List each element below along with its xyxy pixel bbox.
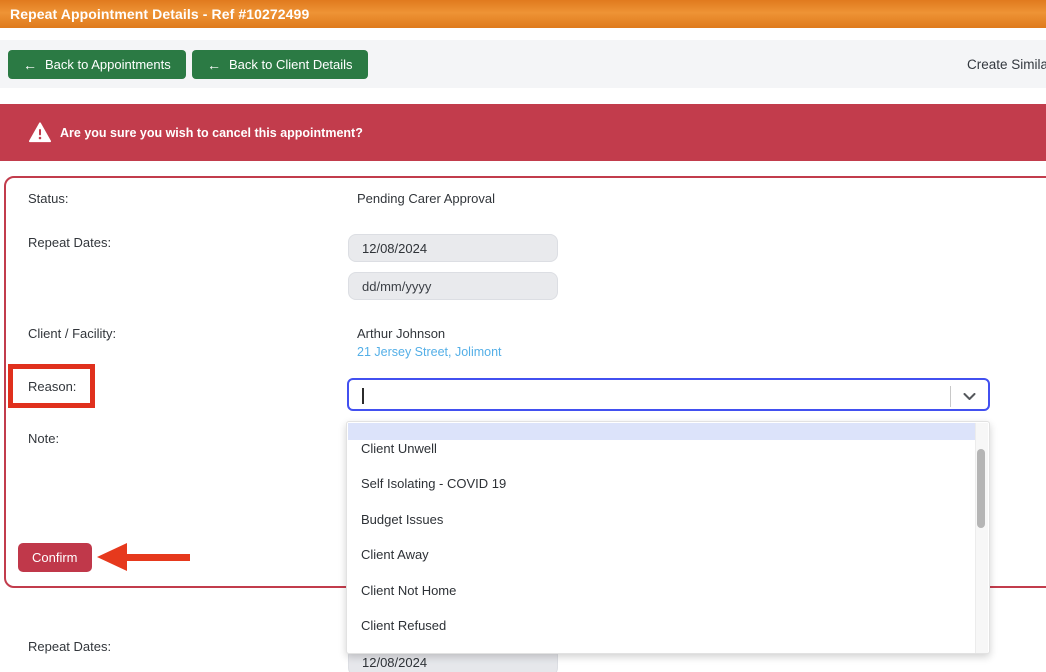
status-label: Status: <box>28 191 68 206</box>
dropdown-option[interactable]: Client Away <box>347 537 977 572</box>
page-title: Repeat Appointment Details - Ref #102724… <box>0 6 309 22</box>
status-value: Pending Carer Approval <box>357 191 495 206</box>
dropdown-scrollbar-track[interactable] <box>975 423 988 654</box>
dropdown-scrollbar-thumb[interactable] <box>977 449 985 528</box>
back-to-appointments-button[interactable]: ← Back to Appointments <box>8 50 186 79</box>
create-similar-link[interactable]: Create Similar <box>967 40 1046 88</box>
page-header: Repeat Appointment Details - Ref #102724… <box>0 0 1046 28</box>
dropdown-option[interactable]: Client Unwell <box>347 431 977 466</box>
cancel-warning-banner: Are you sure you wish to cancel this app… <box>0 104 1046 161</box>
screen: Repeat Appointment Details - Ref #102724… <box>0 0 1046 672</box>
reason-combobox[interactable] <box>347 378 990 411</box>
repeat-date-end-input[interactable] <box>348 272 558 300</box>
client-facility-label: Client / Facility: <box>28 326 116 341</box>
warning-triangle-icon <box>29 122 51 143</box>
repeat-dates-label: Repeat Dates: <box>28 235 111 250</box>
chevron-down-icon <box>963 393 976 401</box>
client-name: Arthur Johnson <box>357 326 445 341</box>
confirm-button[interactable]: Confirm <box>18 543 92 572</box>
back-to-client-details-label: Back to Client Details <box>229 57 353 72</box>
dropdown-option[interactable]: Budget Issues <box>347 502 977 537</box>
text-cursor <box>362 388 364 404</box>
warning-message: Are you sure you wish to cancel this app… <box>60 126 363 140</box>
dropdown-option[interactable]: Client Refused <box>347 608 977 643</box>
combobox-divider <box>950 386 951 407</box>
toolbar: ← Back to Appointments ← Back to Client … <box>0 40 1046 88</box>
note-label: Note: <box>28 431 59 446</box>
dropdown-option[interactable]: Self Isolating - COVID 19 <box>347 466 977 501</box>
dropdown-option[interactable]: Client Not Home <box>347 573 977 608</box>
reason-label: Reason: <box>28 379 76 394</box>
dropdown-options: Client Unwell Self Isolating - COVID 19 … <box>347 431 977 643</box>
repeat-date-start-input[interactable] <box>348 234 558 262</box>
repeat-dates-label: Repeat Dates: <box>28 639 111 654</box>
back-to-client-details-button[interactable]: ← Back to Client Details <box>192 50 368 79</box>
back-arrow-icon: ← <box>207 58 221 72</box>
reason-dropdown-list: Client Unwell Self Isolating - COVID 19 … <box>346 421 990 654</box>
client-address-link[interactable]: 21 Jersey Street, Jolimont <box>357 345 502 359</box>
back-arrow-icon: ← <box>23 58 37 72</box>
back-to-appointments-label: Back to Appointments <box>45 57 171 72</box>
